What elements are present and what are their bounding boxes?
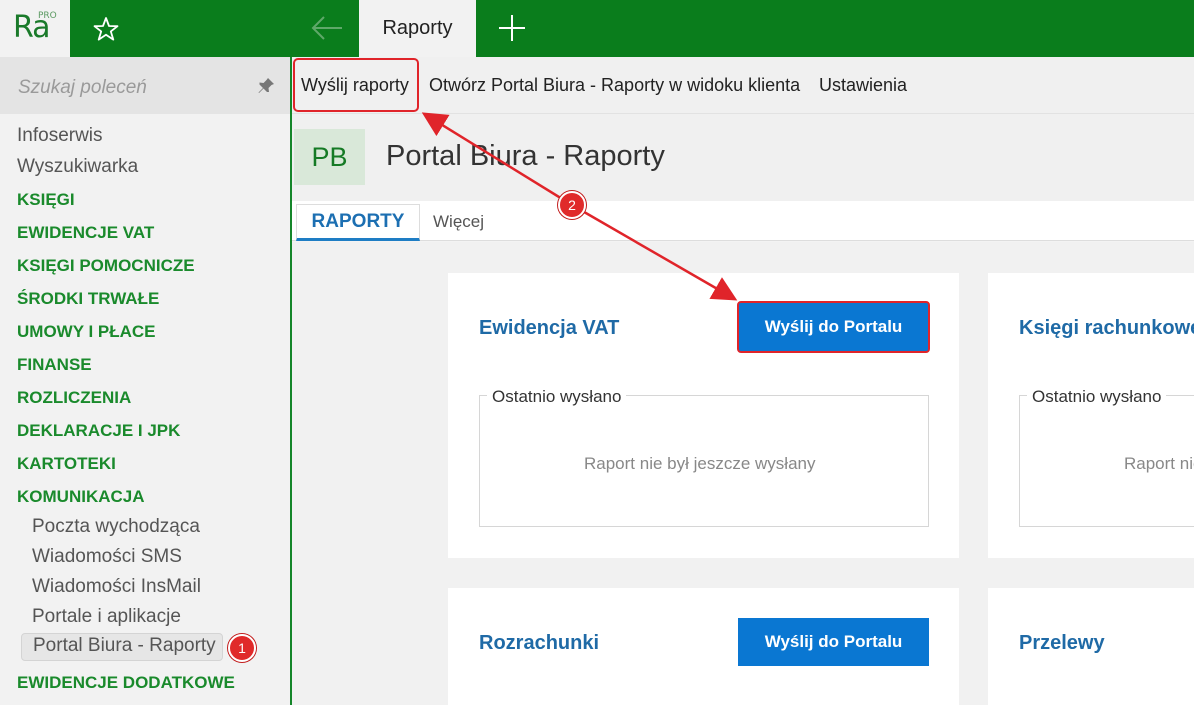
sidebar-item-ksiegi[interactable]: KSIĘGI [17,190,75,210]
open-portal-command[interactable]: Otwórz Portal Biura - Raporty w widoku k… [429,75,800,96]
send-to-portal-button[interactable]: Wyślij do Portalu [738,618,929,666]
sidebar-item-deklaracje-i-jpk[interactable]: DEKLARACJE I JPK [17,421,180,441]
sidebar-item-kartoteki[interactable]: KARTOTEKI [17,454,116,474]
sidebar-item-ksiegi-pomocnicze[interactable]: KSIĘGI POMOCNICZE [17,256,195,276]
settings-command[interactable]: Ustawienia [819,75,907,96]
page-badge: PB [294,129,365,185]
sidebar-item-finanse[interactable]: FINANSE [17,355,92,375]
card-title: Ewidencja VAT [479,317,620,339]
step-badge-1: 1 [228,634,256,662]
sidebar-item-ewidencje-vat[interactable]: EWIDENCJE VAT [17,223,154,243]
sidebar-item-wiadomosci-insmail[interactable]: Wiadomości InsMail [32,576,201,598]
last-sent-label: Ostatnio wysłano [1027,387,1167,407]
card-title: Rozrachunki [479,632,600,654]
sidebar-item-infoserwis[interactable]: Infoserwis [17,125,103,147]
page-title: Portal Biura - Raporty [386,140,665,172]
last-sent-label: Ostatnio wysłano [487,387,627,407]
pin-icon[interactable] [256,76,276,96]
command-search [0,57,290,114]
app-logo[interactable]: Ra PRO [0,0,70,57]
tab-raporty-section[interactable]: RAPORTY [296,204,420,241]
sidebar-item-wyszukiwarka[interactable]: Wyszukiwarka [17,156,138,178]
back-arrow-icon[interactable] [310,14,344,42]
tab-raporty[interactable]: Raporty [359,0,476,57]
not-sent-message: Raport nie był jeszcze wysłany [1124,454,1194,473]
top-bar: Ra PRO Raporty [0,0,1194,57]
tab-wiecej[interactable]: Więcej [433,212,484,232]
sidebar-item-wiadomosci-sms[interactable]: Wiadomości SMS [32,546,182,568]
sidebar-item-rozliczenia[interactable]: ROZLICZENIA [17,388,131,408]
highlight-send-reports [293,58,419,112]
sidebar-item-portale-i-aplikacje[interactable]: Portale i aplikacje [32,606,181,628]
search-input[interactable] [18,75,248,101]
command-bar: Wyślij raporty Otwórz Portal Biura - Rap… [292,57,1194,113]
add-tab-icon[interactable] [496,12,528,44]
sidebar-item-umowy-i-place[interactable]: UMOWY I PŁACE [17,322,156,342]
sidebar: Infoserwis Wyszukiwarka KSIĘGI EWIDENCJE… [0,57,290,705]
sidebar-item-srodki-trwale[interactable]: ŚRODKI TRWAŁE [17,289,159,309]
card-title: Przelewy [1019,632,1105,654]
logo-badge: PRO [38,11,57,21]
sidebar-item-portal-biura-raporty[interactable]: Portal Biura - Raporty [21,633,223,661]
highlight-send-button [737,301,930,353]
sidebar-item-poczta-wychodzaca[interactable]: Poczta wychodząca [32,516,200,538]
favorites-star-icon[interactable] [92,15,120,43]
sidebar-item-komunikacja[interactable]: KOMUNIKACJA [17,487,145,507]
step-badge-2: 2 [558,191,586,219]
report-card-ksiegi-rachunkowe: Księgi rachunkowe Ostatnio wysłano Rapor… [988,273,1194,558]
sidebar-item-ewidencje-dodatkowe[interactable]: EWIDENCJE DODATKOWE [17,673,235,693]
tabs-bar [292,201,1194,241]
not-sent-message: Raport nie był jeszcze wysłany [584,454,816,473]
card-title: Księgi rachunkowe [1019,317,1194,339]
